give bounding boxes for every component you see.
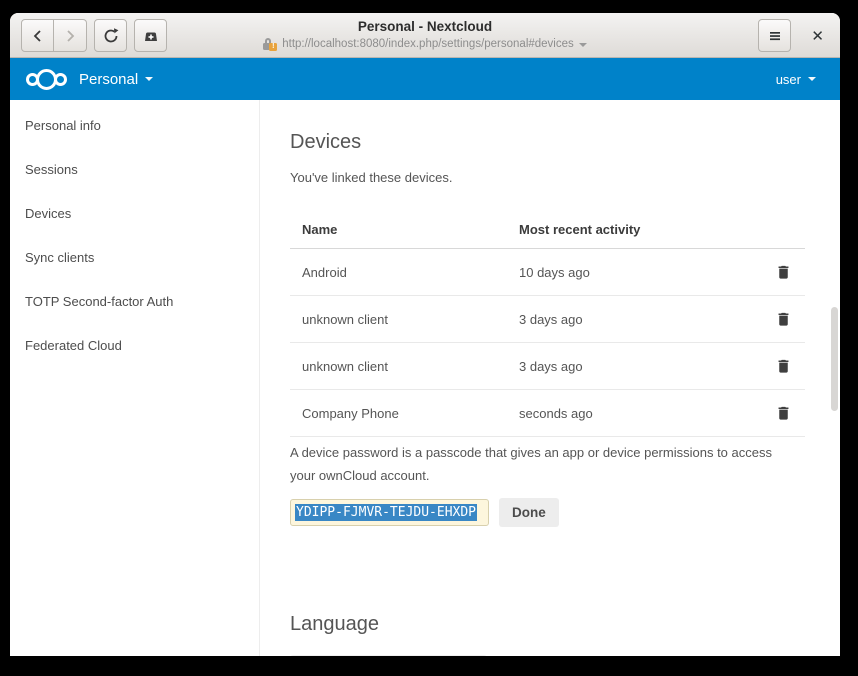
browser-window: Personal - Nextcloud ! http://localhost:… — [10, 13, 840, 656]
menu-button[interactable] — [758, 19, 791, 52]
trash-icon — [775, 357, 792, 374]
close-window-button[interactable]: ✕ — [805, 23, 830, 49]
devices-table: Name Most recent activity Android 10 day… — [290, 213, 805, 437]
device-name: Company Phone — [290, 390, 507, 437]
delete-device-button[interactable] — [773, 402, 794, 423]
sidebar-item-devices[interactable]: Devices — [10, 191, 259, 235]
language-title: Language — [290, 613, 840, 636]
delete-device-button[interactable] — [773, 308, 794, 329]
user-menu[interactable]: user — [776, 72, 816, 87]
user-menu-label: user — [776, 72, 801, 87]
table-row: unknown client 3 days ago — [290, 296, 805, 343]
device-activity: seconds ago — [507, 390, 760, 437]
devices-title: Devices — [290, 131, 840, 154]
device-password-field[interactable]: YDIPP-FJMVR-TEJDU-EHXDP — [290, 499, 489, 526]
table-row: Company Phone seconds ago — [290, 390, 805, 437]
devices-subtitle: You've linked these devices. — [290, 170, 840, 185]
nextcloud-logo-icon — [26, 69, 67, 90]
delete-device-button[interactable] — [773, 261, 794, 282]
hamburger-menu-icon — [767, 28, 783, 44]
user-menu-caret-icon — [808, 77, 816, 81]
column-header-activity: Most recent activity — [507, 213, 760, 249]
app-menu-caret-icon — [145, 77, 153, 81]
trash-icon — [775, 310, 792, 327]
url-text: http://localhost:8080/index.php/settings… — [282, 37, 574, 52]
vertical-scrollbar-thumb[interactable] — [831, 307, 838, 411]
sidebar-item-personal-info[interactable]: Personal info — [10, 103, 259, 147]
devices-section: Devices You've linked these devices. Nam… — [260, 100, 840, 656]
device-name: unknown client — [290, 296, 507, 343]
table-row: Android 10 days ago — [290, 249, 805, 296]
device-activity: 10 days ago — [507, 249, 760, 296]
settings-sidebar: Personal info Sessions Devices Sync clie… — [10, 100, 260, 656]
close-icon: ✕ — [811, 28, 824, 45]
security-warning-badge: ! — [269, 43, 277, 51]
insecure-lock-icon: ! — [263, 38, 277, 51]
sidebar-item-sync-clients[interactable]: Sync clients — [10, 235, 259, 279]
device-name: unknown client — [290, 343, 507, 390]
sidebar-item-sessions[interactable]: Sessions — [10, 147, 259, 191]
language-select[interactable]: English — [290, 655, 487, 657]
page-content: Personal info Sessions Devices Sync clie… — [10, 100, 840, 656]
table-row: unknown client 3 days ago — [290, 343, 805, 390]
column-header-name: Name — [290, 213, 507, 249]
done-button[interactable]: Done — [499, 498, 559, 527]
url-bar[interactable]: ! http://localhost:8080/index.php/settin… — [10, 37, 840, 52]
device-activity: 3 days ago — [507, 343, 760, 390]
nextcloud-header: Personal user — [10, 58, 840, 100]
device-name: Android — [290, 249, 507, 296]
trash-icon — [775, 263, 792, 280]
device-password-value: YDIPP-FJMVR-TEJDU-EHXDP — [295, 504, 477, 521]
app-menu-label: Personal — [79, 71, 138, 88]
app-menu[interactable]: Personal — [79, 71, 153, 88]
trash-icon — [775, 404, 792, 421]
url-dropdown-caret-icon — [579, 43, 587, 47]
device-activity: 3 days ago — [507, 296, 760, 343]
delete-device-button[interactable] — [773, 355, 794, 376]
device-password-hint: A device password is a passcode that giv… — [290, 442, 790, 488]
sidebar-item-totp[interactable]: TOTP Second-factor Auth — [10, 279, 259, 323]
titlebar: Personal - Nextcloud ! http://localhost:… — [10, 13, 840, 58]
sidebar-item-federated-cloud[interactable]: Federated Cloud — [10, 323, 259, 367]
